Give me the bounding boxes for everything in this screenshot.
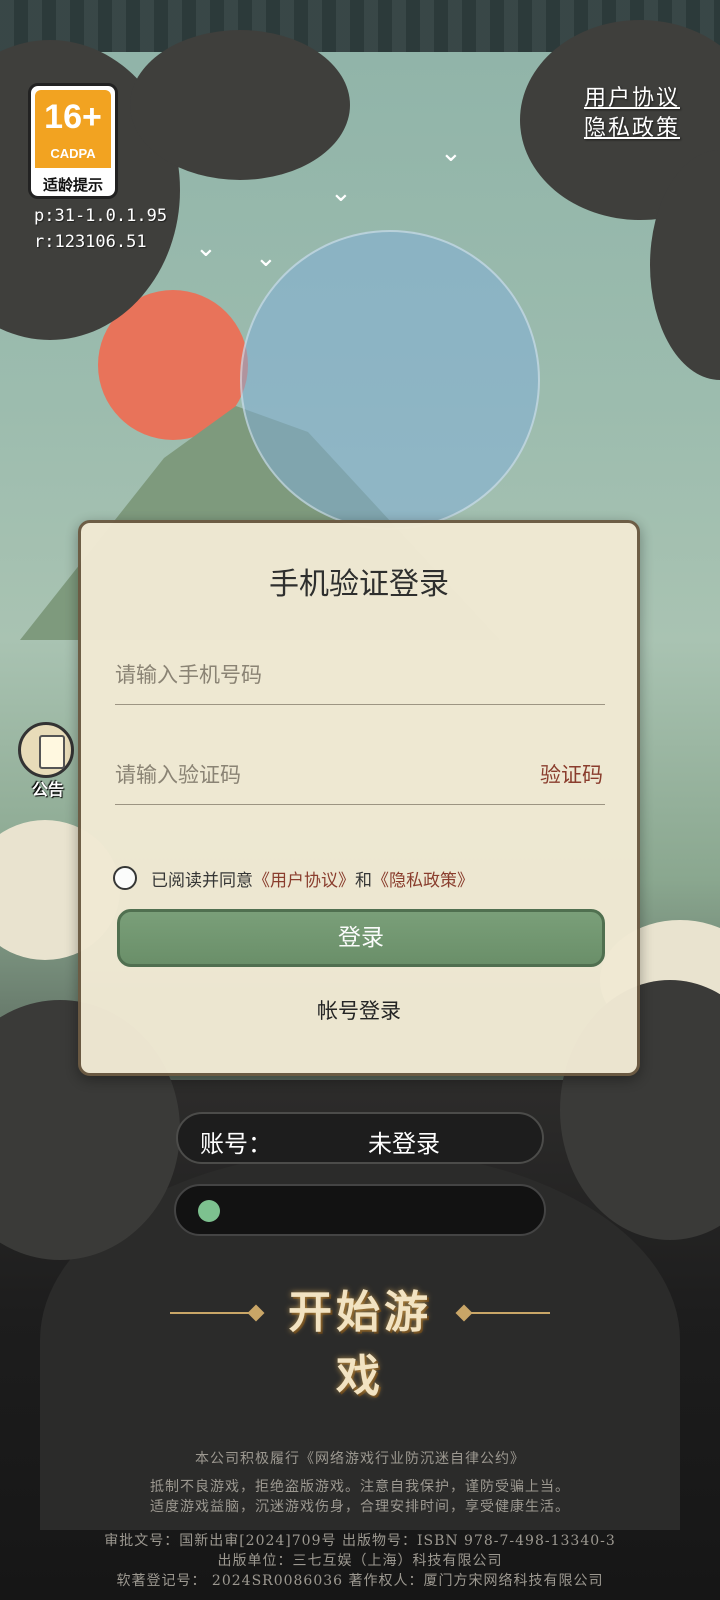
account-label: 账号： [200,1130,272,1158]
agreement-checkbox[interactable] [113,866,137,890]
start-game-button[interactable]: 开始游戏 [170,1276,550,1402]
dialog-title: 手机验证登录 [269,567,449,602]
login-dialog: 手机验证登录 验证码 已阅读并同意 《用户协议》 和 《隐私政策》 登录 帐号登… [78,520,640,1076]
get-code-button[interactable]: 验证码 [540,759,603,789]
agreement-user-link[interactable]: 《用户协议》 [253,866,355,891]
verification-code-input[interactable] [115,745,495,804]
footer-line-4: 审批文号：国新出审[2024]709号 出版物号：ISBN 978-7-498-… [104,1533,616,1549]
footer-line-6: 软著登记号： 2024SR0086036 著作权人：厦门方宋网络科技有限公司 [116,1573,604,1589]
privacy-policy-link[interactable]: 隐私政策 [584,110,680,142]
bird-icon: ⌄ [255,243,277,273]
start-game-label: 开始游戏 [288,1287,432,1402]
account-bar[interactable]: 账号： 未登录 [176,1112,544,1164]
age-rating-hint: 适龄提示 [42,176,103,194]
account-login-link[interactable]: 帐号登录 [81,995,637,1025]
notice-label: 公告 [31,780,64,799]
version-p: p:31-1.0.1.95 [34,206,168,226]
right-ornament-line [460,1312,550,1314]
login-button[interactable]: 登录 [117,909,605,967]
server-select-bar[interactable] [174,1184,546,1236]
bird-icon: ⌄ [440,138,462,168]
agreement-privacy-link[interactable]: 《隐私政策》 [372,866,474,891]
left-ornament-diamond [247,1304,265,1322]
scroll-icon [39,735,65,769]
agreement-row: 已阅读并同意 《用户协议》 和 《隐私政策》 [113,863,474,893]
agreement-and: 和 [355,870,372,891]
bubble-illustration [240,230,540,530]
dark-cloud-top-mid [130,30,350,180]
bird-icon: ⌄ [195,233,217,263]
notice-icon-circle [18,722,74,778]
status-dot-icon [198,1200,220,1222]
footer-line-5: 出版单位：三七互娱（上海）科技有限公司 [217,1553,503,1569]
version-r: r:123106.51 [34,232,147,252]
agreement-prefix: 已阅读并同意 [151,870,253,891]
footer-line-3: 适度游戏益脑，沉迷游戏伤身，合理安排时间，享受健康生活。 [150,1499,570,1515]
footer-line-1: 本公司积极履行《网络游戏行业防沉迷自律公约》 [195,1451,525,1467]
bird-icon: ⌄ [330,178,352,208]
footer-line-2: 抵制不良游戏，拒绝盗版游戏。注意自我保护，谨防受骗上当。 [150,1479,570,1495]
notice-button[interactable]: 公告 [15,722,81,799]
phone-input[interactable] [115,645,605,704]
age-rating-badge[interactable]: 16+ CADPA 适龄提示 [28,83,118,199]
user-agreement-link[interactable]: 用户协议 [584,80,680,112]
account-value: 未登录 [368,1130,440,1158]
code-field: 验证码 [115,745,605,805]
phone-field [115,645,605,705]
age-rating-org: CADPA [50,146,96,161]
age-rating-number: 16+ [44,98,102,136]
age-rating-panel: 16+ CADPA [35,90,111,168]
